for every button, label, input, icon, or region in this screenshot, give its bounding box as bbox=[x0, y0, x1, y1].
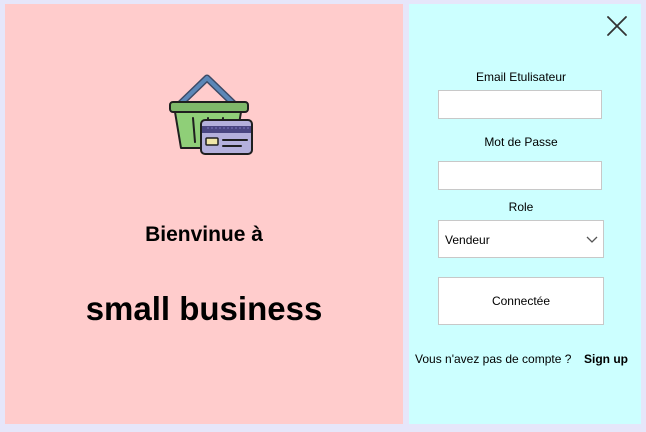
email-field[interactable] bbox=[438, 90, 602, 119]
role-select[interactable]: Vendeur bbox=[438, 220, 604, 258]
role-selected-value: Vendeur bbox=[445, 233, 490, 247]
connect-button[interactable]: Connectée bbox=[438, 277, 604, 325]
email-label: Email Etulisateur bbox=[475, 70, 567, 84]
role-label: Role bbox=[508, 200, 534, 214]
password-label: Mot de Passe bbox=[484, 135, 558, 149]
welcome-heading: Bienvinue à bbox=[145, 223, 263, 246]
welcome-panel: Bienvinue à small business bbox=[5, 4, 403, 424]
no-account-text: Vous n'avez pas de compte ? bbox=[415, 352, 572, 366]
business-name-title: small business bbox=[85, 290, 323, 327]
password-field[interactable] bbox=[438, 161, 602, 190]
login-panel: Email Etulisateur Mot de Passe Role Vend… bbox=[409, 4, 641, 424]
chevron-down-icon bbox=[586, 236, 598, 243]
close-icon[interactable] bbox=[605, 14, 629, 38]
signup-link[interactable]: Sign up bbox=[584, 352, 628, 366]
basket-with-credit-card-icon bbox=[169, 74, 253, 155]
